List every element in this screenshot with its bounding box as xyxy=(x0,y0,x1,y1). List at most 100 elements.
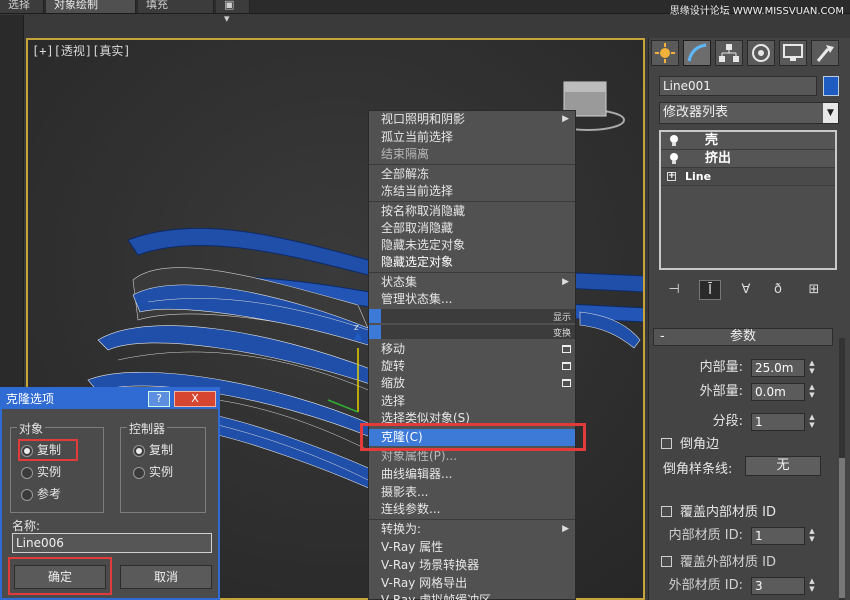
radio-object-instance[interactable]: 实例 xyxy=(19,464,61,480)
radio-controller-copy[interactable]: 复制 xyxy=(131,442,173,458)
bevel-edges-checkbox[interactable]: 倒角边 xyxy=(661,436,841,454)
outer-material-id-spinner[interactable]: ▲ ▼ xyxy=(807,577,817,595)
tab-populate[interactable]: 填充 xyxy=(138,0,214,13)
make-unique-icon[interactable]: ∀ xyxy=(735,280,757,300)
menu-item-label: 状态集 xyxy=(381,275,418,289)
command-panel-scrollbar[interactable] xyxy=(839,338,845,600)
stack-item-line[interactable]: + Line xyxy=(661,168,835,186)
inner-amount-input[interactable]: 25.0m xyxy=(751,359,805,377)
segments-label: 分段: xyxy=(712,414,743,429)
inner-amount-row: 内部量: 25.0m ▲ ▼ xyxy=(653,358,839,378)
menu-item-move[interactable]: 移动 xyxy=(369,341,575,358)
stack-item-label: 挤出 xyxy=(705,151,732,166)
menu-header-label: 显示 xyxy=(552,313,571,323)
radio-object-reference[interactable]: 参考 xyxy=(19,486,61,502)
controller-group: 控制器 复制 实例 xyxy=(120,420,206,513)
menu-item-rotate[interactable]: 旋转 xyxy=(369,358,575,375)
menu-item-vray-properties[interactable]: V-Ray 属性 xyxy=(369,539,575,556)
outer-amount-spinner[interactable]: ▲ ▼ xyxy=(807,383,817,401)
menu-item-scale[interactable]: 缩放 xyxy=(369,375,575,392)
outer-material-id-input[interactable]: 3 xyxy=(751,577,805,595)
remove-modifier-icon[interactable]: ð xyxy=(767,280,789,300)
create-tab-icon[interactable] xyxy=(651,40,679,66)
modifier-list-label: 修改器列表 xyxy=(663,105,729,120)
override-outer-material-checkbox[interactable]: 覆盖外部材质 ID xyxy=(661,554,841,572)
menu-item-unfreeze-all[interactable]: 全部解冻 xyxy=(369,166,575,183)
menu-item-hide-unselected[interactable]: 隐藏未选定对象 xyxy=(369,237,575,254)
menu-item-label: 移动 xyxy=(381,342,406,356)
show-end-result-icon[interactable]: Ī xyxy=(699,280,721,300)
settings-window-icon[interactable] xyxy=(562,379,571,387)
stack-item-label: 壳 xyxy=(705,133,719,148)
menu-item-freeze-selection[interactable]: 冻结当前选择 xyxy=(369,183,575,200)
override-inner-material-label: 覆盖内部材质 ID xyxy=(680,505,776,520)
radio-controller-instance[interactable]: 实例 xyxy=(131,464,173,480)
settings-window-icon[interactable] xyxy=(562,362,571,370)
outer-material-id-row: 外部材质 ID: 3 ▲ ▼ xyxy=(653,576,839,596)
menu-separator xyxy=(369,272,575,273)
name-input[interactable]: Line006 xyxy=(12,533,212,553)
configure-modifier-sets-icon[interactable]: ⊞ xyxy=(803,280,825,300)
menu-item-vray-mesh-export[interactable]: V-Ray 网格导出 xyxy=(369,575,575,592)
menu-item-manage-state-sets[interactable]: 管理状态集... xyxy=(369,291,575,308)
expand-icon[interactable]: + xyxy=(667,172,676,181)
scrollbar-thumb[interactable] xyxy=(839,458,845,598)
inner-material-id-input[interactable]: 1 xyxy=(751,527,805,545)
utilities-tab-icon[interactable] xyxy=(811,40,839,66)
menu-item-vray-scene-converter[interactable]: V-Ray 场景转换器 xyxy=(369,557,575,574)
menu-item-state-sets[interactable]: 状态集 ▶ xyxy=(369,274,575,291)
name-label: 名称: xyxy=(12,519,41,533)
parameters-rollout-header[interactable]: - 参数 xyxy=(653,328,833,346)
object-name-field[interactable]: Line001 xyxy=(659,76,817,96)
chevron-down-icon[interactable]: ▼ xyxy=(823,103,838,123)
menu-item-dope-sheet[interactable]: 摄影表... xyxy=(369,484,575,501)
watermark-text: 思缘设计论坛 WWW.MISSVUAN.COM xyxy=(669,6,844,17)
menu-item-vray-vfb[interactable]: V-Ray 虚拟帧缓冲区 xyxy=(369,592,575,600)
menu-item-curve-editor[interactable]: 曲线编辑器... xyxy=(369,466,575,483)
cancel-button[interactable]: 取消 xyxy=(120,565,212,589)
segments-input[interactable]: 1 xyxy=(751,413,805,431)
menu-item-end-isolate[interactable]: 结束隔离 xyxy=(369,146,575,163)
menu-item-select[interactable]: 选择 xyxy=(369,393,575,410)
clone-highlight-box xyxy=(360,423,586,451)
inner-material-id-row: 内部材质 ID: 1 ▲ ▼ xyxy=(653,526,839,546)
tab-object-paint[interactable]: 对象绘制 xyxy=(46,0,136,13)
inner-material-id-spinner[interactable]: ▲ ▼ xyxy=(807,527,817,545)
bevel-spline-button[interactable]: 无 xyxy=(745,456,821,476)
lightbulb-icon[interactable] xyxy=(669,135,679,147)
override-inner-material-checkbox[interactable]: 覆盖内部材质 ID xyxy=(661,504,841,522)
stack-item-shell[interactable]: 壳 xyxy=(661,132,835,150)
menu-item-hide-selection[interactable]: 隐藏选定对象 xyxy=(369,254,575,271)
menu-separator xyxy=(369,519,575,520)
bevel-spline-label: 倒角样条线: xyxy=(663,462,733,477)
menu-item-unhide-by-name[interactable]: 按名称取消隐藏 xyxy=(369,203,575,220)
help-button[interactable]: ? xyxy=(148,391,170,407)
menu-item-convert-to[interactable]: 转换为: ▶ xyxy=(369,521,575,538)
menu-item-wire-parameters[interactable]: 连线参数... xyxy=(369,501,575,518)
menu-item-isolate-selection[interactable]: 孤立当前选择 xyxy=(369,129,575,146)
inner-amount-label: 内部量: xyxy=(699,360,743,375)
display-tab-icon[interactable] xyxy=(779,40,807,66)
pin-stack-icon[interactable]: ⊣ xyxy=(663,280,685,300)
tab-select[interactable]: 选择 xyxy=(0,0,44,13)
ribbon-dropdown-button[interactable]: ▣ ▾ xyxy=(216,0,250,25)
modifier-list-dropdown[interactable]: 修改器列表 ▼ xyxy=(659,102,839,124)
inner-amount-spinner[interactable]: ▲ ▼ xyxy=(807,359,817,377)
settings-window-icon[interactable] xyxy=(562,345,571,353)
lightbulb-icon[interactable] xyxy=(669,153,679,165)
stack-item-extrude[interactable]: 挤出 xyxy=(661,150,835,168)
hierarchy-tab-icon[interactable] xyxy=(715,40,743,66)
object-color-swatch[interactable] xyxy=(823,76,839,96)
viewport-label[interactable]: [+][透视][真实] xyxy=(32,42,131,59)
motion-tab-icon[interactable] xyxy=(747,40,775,66)
close-button[interactable]: X xyxy=(174,391,216,407)
modify-tab-icon[interactable] xyxy=(683,40,711,66)
parameters-rollout: - 参数 内部量: 25.0m ▲ ▼ 外部量: 0.0m ▲ ▼ 分段: 1 ▲ ▼ … xyxy=(653,328,839,600)
menu-item-label: 转换为: xyxy=(381,522,422,536)
menu-item-unhide-all[interactable]: 全部取消隐藏 xyxy=(369,220,575,237)
submenu-arrow-icon: ▶ xyxy=(562,114,569,124)
modifier-stack[interactable]: 壳 挤出 + Line xyxy=(659,130,837,270)
outer-amount-input[interactable]: 0.0m xyxy=(751,383,805,401)
menu-item-viewport-lighting[interactable]: 视口照明和阴影 ▶ xyxy=(369,111,575,128)
segments-spinner[interactable]: ▲ ▼ xyxy=(807,413,817,431)
